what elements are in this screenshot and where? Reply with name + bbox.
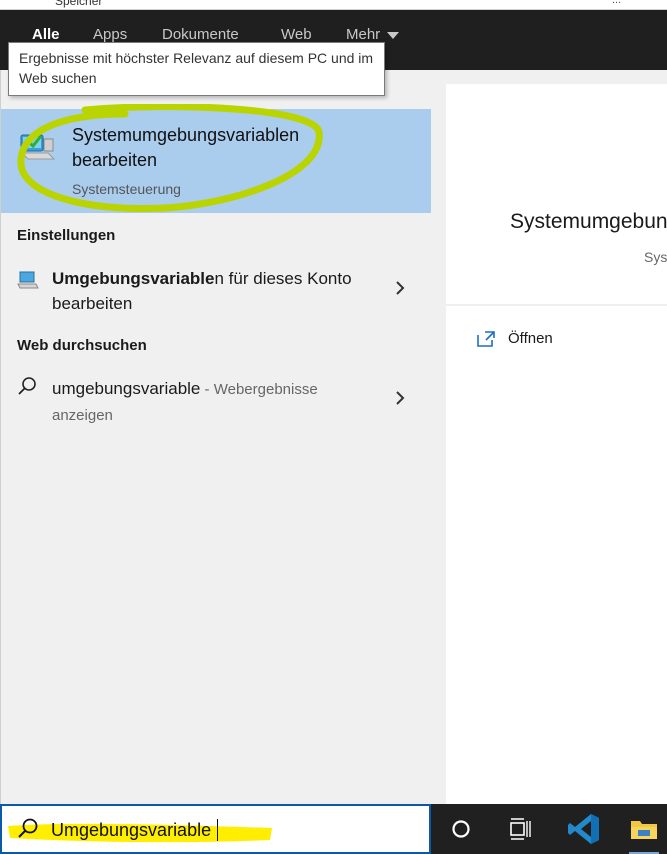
- preview-actions: Öffnen: [446, 306, 667, 804]
- background-window-strip: Speicher ...: [0, 0, 667, 10]
- settings-result-bold: Umgebungsvariable: [52, 269, 215, 288]
- best-match-result[interactable]: Systemumgebungsvariablen bearbeiten Syst…: [1, 109, 432, 213]
- preview-card: Systemumgebun Sys: [446, 84, 667, 304]
- task-view-button[interactable]: [496, 804, 546, 854]
- chevron-down-icon: [387, 31, 400, 39]
- web-result[interactable]: umgebungsvariable - Webergebnisse anzeig…: [1, 376, 432, 428]
- search-icon: [18, 818, 38, 838]
- open-action-button[interactable]: Öffnen: [476, 330, 553, 348]
- section-label-web: Web durchsuchen: [17, 337, 147, 354]
- chevron-right-icon[interactable]: [394, 390, 406, 406]
- search-icon: [18, 377, 36, 395]
- results-panel: Systemumgebungsvariablen bearbeiten Syst…: [0, 70, 432, 804]
- search-input[interactable]: [51, 816, 411, 844]
- best-match-subtitle: Systemsteuerung: [72, 181, 181, 197]
- best-match-title: Systemumgebungsvariablen bearbeiten: [72, 125, 300, 170]
- tab-apps[interactable]: Apps: [93, 26, 127, 43]
- tab-mehr-label: Mehr: [346, 26, 381, 43]
- settings-result[interactable]: Umgebungsvariablen für dieses Konto bear…: [1, 266, 432, 318]
- file-explorer-taskbar-button[interactable]: [619, 804, 667, 854]
- file-explorer-icon: [631, 821, 657, 839]
- preview-title: Systemumgebun: [510, 210, 667, 233]
- task-view-icon: [510, 818, 531, 840]
- settings-result-text: Umgebungsvariablen für dieses Konto bear…: [52, 266, 372, 316]
- vscode-icon: [568, 814, 599, 844]
- settings-monitor-icon: [17, 271, 39, 289]
- preview-panel: Systemumgebun Sys Öffnen: [431, 70, 667, 804]
- open-action-label: Öffnen: [508, 330, 553, 347]
- background-window-text-right: ...: [612, 0, 622, 6]
- web-result-query: umgebungsvariable: [52, 379, 201, 398]
- tab-dokumente[interactable]: Dokumente: [162, 26, 239, 43]
- chevron-right-icon[interactable]: [394, 280, 406, 296]
- web-result-text: umgebungsvariable - Webergebnisse anzeig…: [52, 376, 372, 428]
- cortana-icon: [452, 820, 470, 838]
- preview-subtitle: Sys: [644, 249, 667, 265]
- vscode-taskbar-button[interactable]: [559, 804, 609, 854]
- tab-web[interactable]: Web: [281, 26, 312, 43]
- text-caret: [217, 819, 218, 841]
- section-label-settings: Einstellungen: [17, 227, 116, 244]
- cortana-button[interactable]: [436, 804, 486, 854]
- tab-tooltip: Ergebnisse mit höchster Relevanz auf die…: [8, 42, 385, 96]
- tab-alle[interactable]: Alle: [32, 26, 60, 43]
- tab-mehr[interactable]: Mehr: [346, 26, 400, 43]
- taskbar: [431, 804, 667, 854]
- open-external-icon: [477, 331, 495, 347]
- search-box[interactable]: [0, 804, 431, 854]
- control-panel-icon: [20, 134, 56, 160]
- background-window-text: Speicher: [55, 0, 103, 8]
